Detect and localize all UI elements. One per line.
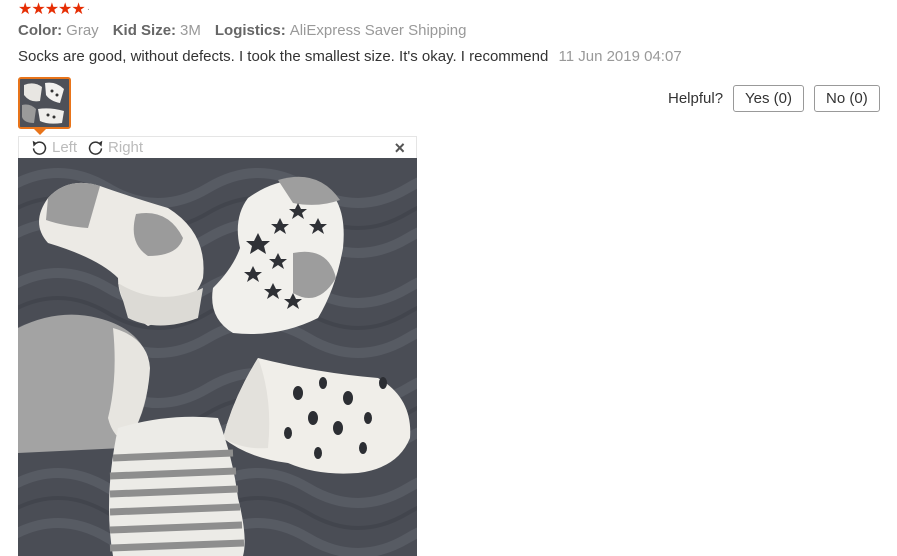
attribute-key: Logistics:	[214, 22, 286, 39]
helpful-yes-button[interactable]: Yes (0)	[733, 85, 805, 112]
review-comment: Socks are good, without defects. I took …	[18, 48, 682, 65]
dot-icon: ·	[86, 4, 91, 15]
attribute-kid-size: Kid Size: 3M	[113, 22, 201, 39]
thumbnail-image	[20, 79, 69, 127]
helpful-vote: Helpful? Yes (0) No (0)	[668, 85, 880, 112]
helpful-label: Helpful?	[668, 90, 724, 107]
thumbnail-selected-arrow	[34, 129, 46, 135]
comment-text: Socks are good, without defects. I took …	[18, 48, 549, 65]
photo-viewer: Left Right ×	[18, 136, 417, 556]
star-icon: ★	[31, 1, 45, 18]
rotate-right-icon	[88, 140, 103, 155]
rating-stars: ★ ★ ★ ★ ★ ·	[18, 0, 90, 20]
star-icon: ★	[18, 1, 32, 18]
star-icon: ★	[58, 1, 72, 18]
review-date: 11 Jun 2019 04:07	[558, 48, 682, 65]
review-photo-large	[18, 158, 417, 556]
review-item: ★ ★ ★ ★ ★ · Color: Gray Kid Size: 3M Log…	[0, 0, 897, 556]
rotate-right-button[interactable]: Right	[87, 139, 143, 156]
attribute-key: Color:	[18, 22, 63, 39]
review-attributes: Color: Gray Kid Size: 3M Logistics: AliE…	[18, 22, 466, 39]
rotate-left-label: Left	[52, 139, 78, 156]
star-icon: ★	[44, 1, 59, 18]
rotate-left-icon	[32, 140, 47, 155]
rotate-right-label: Right	[108, 139, 144, 156]
rotate-left-button[interactable]: Left	[31, 139, 77, 156]
attribute-value: 3M	[180, 22, 201, 39]
attribute-value: AliExpress Saver Shipping	[289, 22, 467, 39]
star-icon: ★	[71, 1, 85, 18]
attribute-key: Kid Size:	[112, 22, 177, 39]
helpful-no-button[interactable]: No (0)	[814, 85, 880, 112]
review-photo-thumbnail[interactable]	[18, 77, 71, 129]
attribute-value: Gray	[66, 22, 99, 39]
attribute-color: Color: Gray	[18, 22, 99, 39]
socks-photo	[18, 158, 417, 556]
close-icon[interactable]: ×	[394, 138, 405, 159]
attribute-logistics: Logistics: AliExpress Saver Shipping	[215, 22, 467, 39]
viewer-toolbar: Left Right ×	[18, 136, 417, 158]
